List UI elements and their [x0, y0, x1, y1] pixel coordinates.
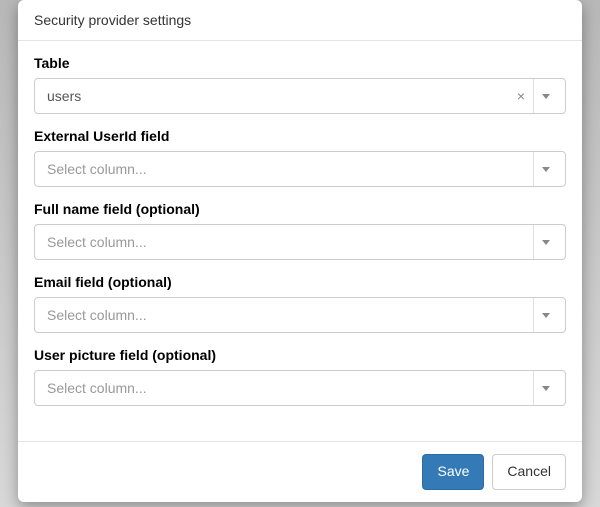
email-placeholder: Select column... [47, 307, 147, 323]
dropdown-arrow-icon[interactable] [533, 371, 557, 405]
email-select[interactable]: Select column... [34, 297, 566, 333]
dropdown-arrow-icon[interactable] [533, 298, 557, 332]
modal-header: Security provider settings [18, 0, 582, 41]
security-settings-modal: Security provider settings Table users ×… [18, 0, 582, 502]
picture-select[interactable]: Select column... [34, 370, 566, 406]
fullname-placeholder: Select column... [47, 234, 147, 250]
modal-body: Table users × External UserId field Sele… [18, 41, 582, 441]
picture-label: User picture field (optional) [34, 347, 566, 363]
dropdown-arrow-icon[interactable] [533, 79, 557, 113]
dropdown-arrow-icon[interactable] [533, 152, 557, 186]
external-userid-placeholder: Select column... [47, 161, 147, 177]
dropdown-arrow-icon[interactable] [533, 225, 557, 259]
picture-placeholder: Select column... [47, 380, 147, 396]
table-select[interactable]: users × [34, 78, 566, 114]
external-userid-select[interactable]: Select column... [34, 151, 566, 187]
email-label: Email field (optional) [34, 274, 566, 290]
clear-icon[interactable]: × [513, 86, 529, 106]
field-picture: User picture field (optional) Select col… [34, 347, 566, 406]
modal-title: Security provider settings [34, 12, 191, 28]
cancel-button[interactable]: Cancel [492, 454, 566, 490]
field-table: Table users × [34, 55, 566, 114]
table-value: users [47, 88, 81, 104]
external-userid-label: External UserId field [34, 128, 566, 144]
field-fullname: Full name field (optional) Select column… [34, 201, 566, 260]
save-button[interactable]: Save [422, 454, 484, 490]
fullname-label: Full name field (optional) [34, 201, 566, 217]
modal-footer: Save Cancel [18, 441, 582, 502]
field-external-userid: External UserId field Select column... [34, 128, 566, 187]
fullname-select[interactable]: Select column... [34, 224, 566, 260]
field-email: Email field (optional) Select column... [34, 274, 566, 333]
table-label: Table [34, 55, 566, 71]
